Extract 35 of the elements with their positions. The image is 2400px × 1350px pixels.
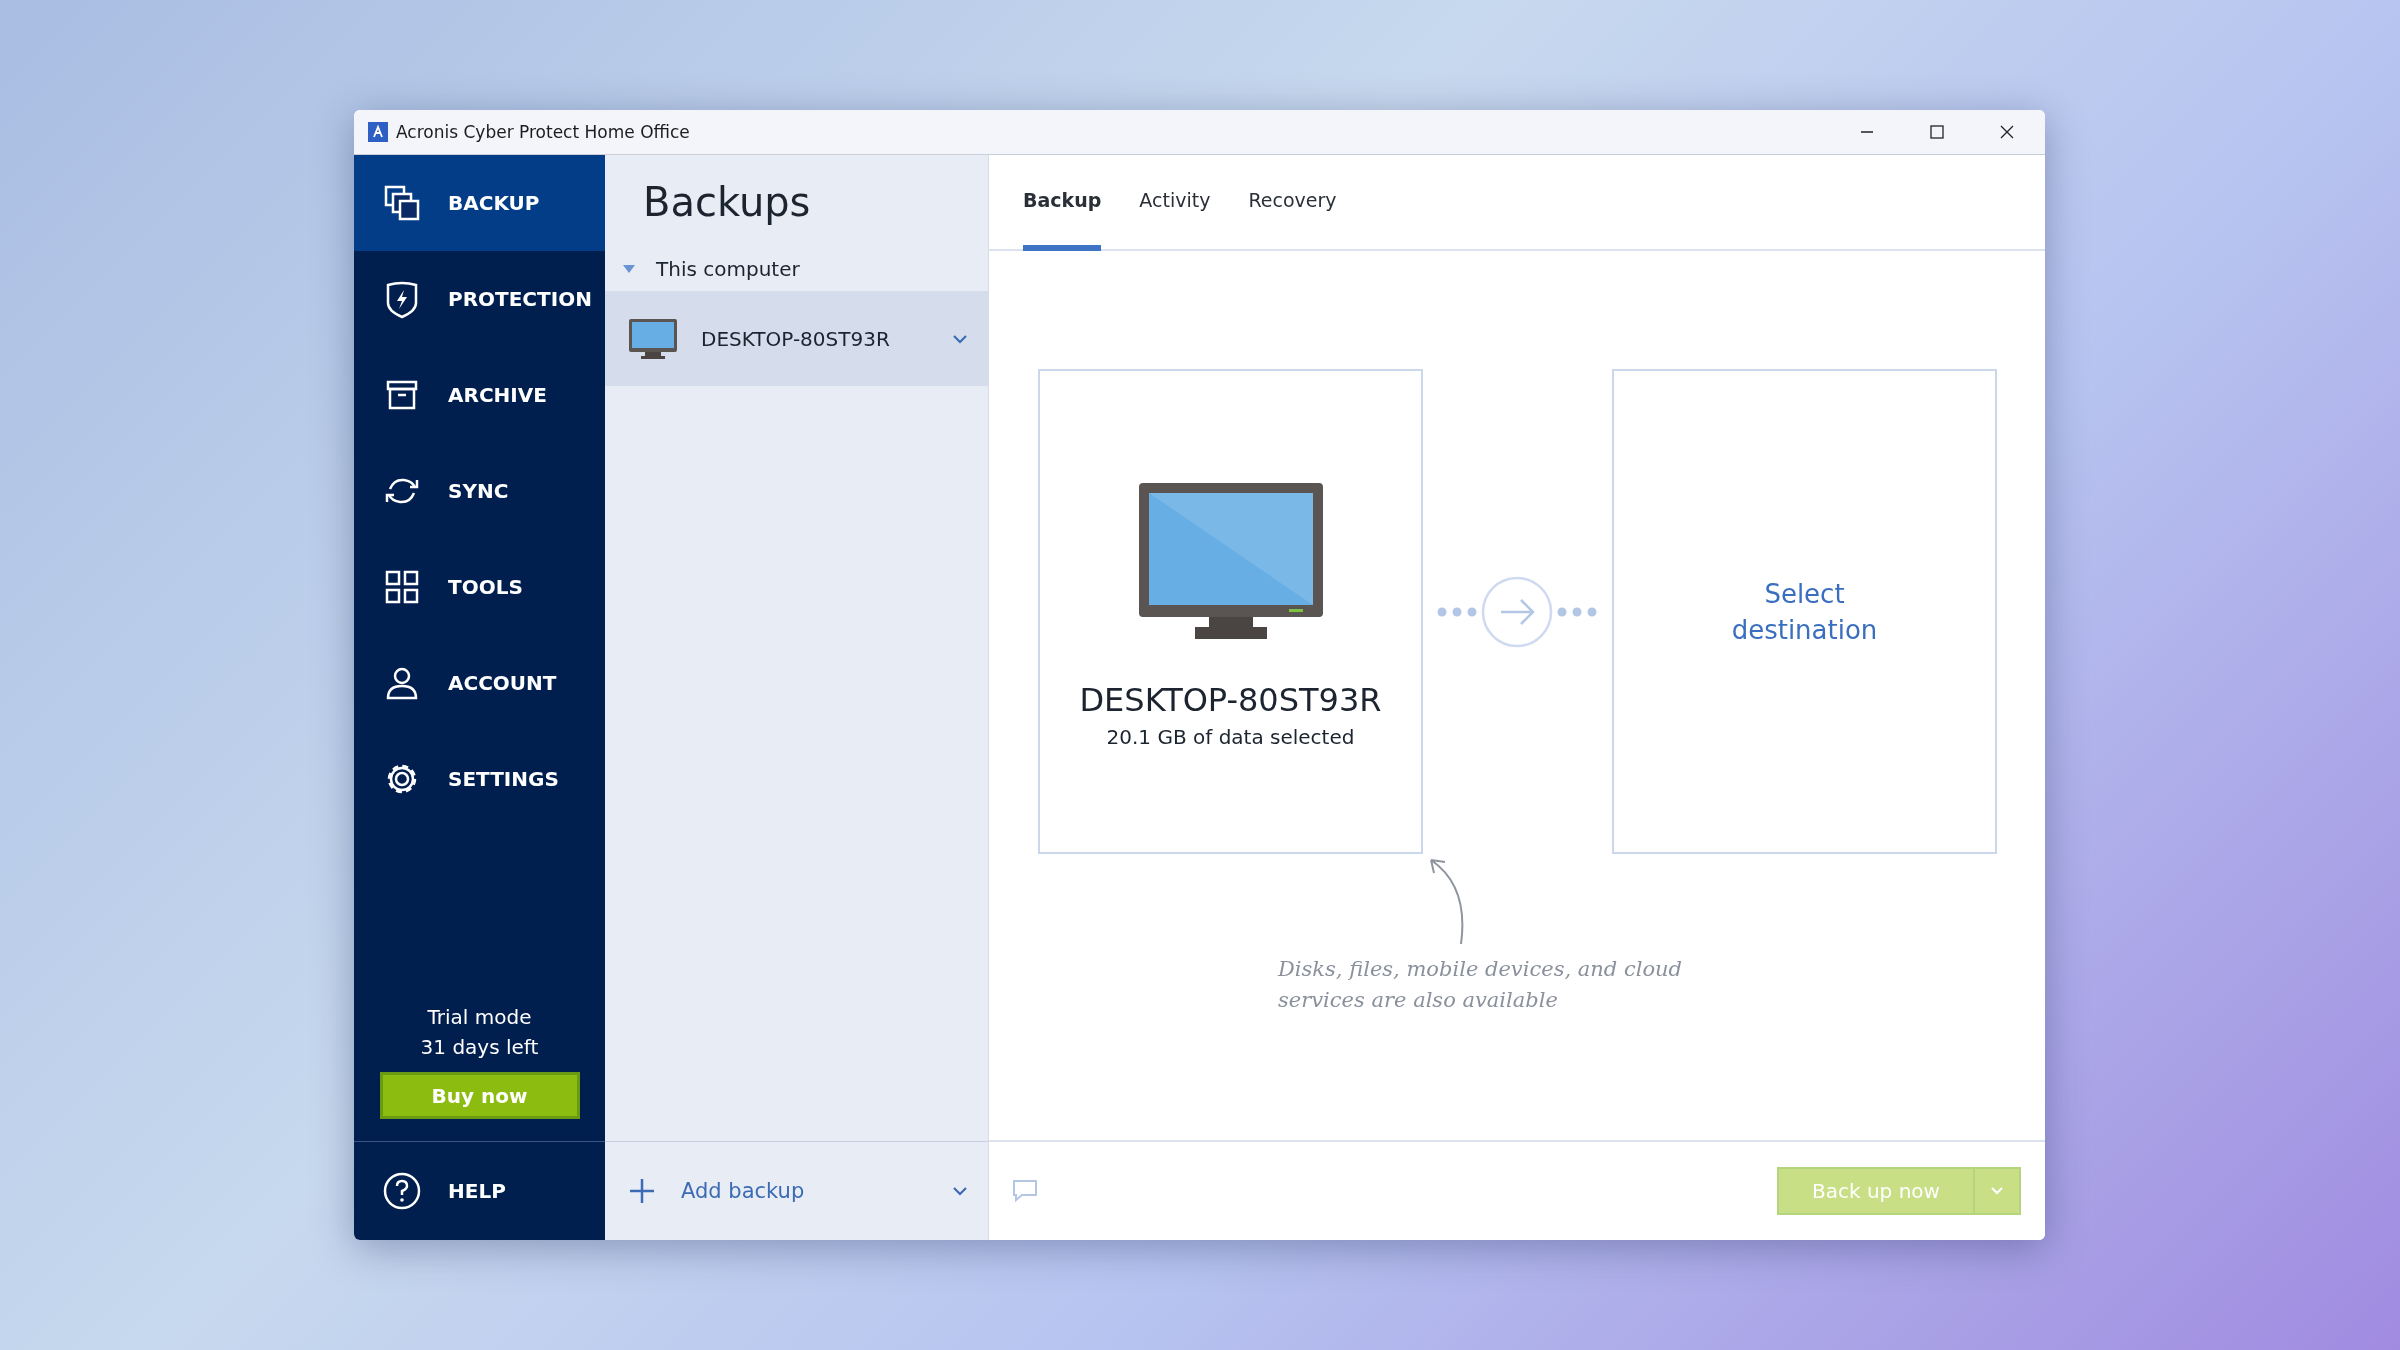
- app-logo-icon: [368, 122, 388, 142]
- trial-status-text: Trial mode 31 days left: [420, 1004, 539, 1061]
- add-backup-button[interactable]: Add backup: [629, 1178, 952, 1204]
- computer-name: DESKTOP-80ST93R: [1079, 681, 1382, 719]
- nav-item[interactable]: ACCOUNT: [354, 635, 605, 731]
- plus-icon: [629, 1178, 655, 1204]
- monitor-icon: [629, 318, 677, 359]
- nav-item[interactable]: TOOLS: [354, 539, 605, 635]
- close-icon[interactable]: [1999, 124, 2015, 140]
- source-card[interactable]: DESKTOP-80ST93R 20.1 GB of data selected: [1038, 369, 1423, 854]
- help-item[interactable]: HELP: [354, 1142, 605, 1240]
- window-title: Acronis Cyber Protect Home Office: [396, 122, 690, 142]
- panel-title: Backups: [642, 178, 812, 227]
- backup-list-item[interactable]: DESKTOP-80ST93R: [605, 291, 988, 386]
- help-icon: [382, 1171, 422, 1211]
- copies-icon: [382, 183, 422, 223]
- nav-item[interactable]: SETTINGS: [354, 731, 605, 827]
- group-header[interactable]: This computer: [605, 239, 988, 291]
- nav-item[interactable]: SYNC: [354, 443, 605, 539]
- tab[interactable]: Recovery: [1248, 189, 1337, 251]
- tab[interactable]: Activity: [1139, 189, 1211, 251]
- hint-text: Disks, files, mobile devices, and cloud services are also available: [1278, 956, 1683, 1014]
- nav-item[interactable]: ARCHIVE: [354, 347, 605, 443]
- chevron-down-icon[interactable]: [952, 1186, 968, 1196]
- destination-card[interactable]: Select destination: [1612, 369, 1997, 854]
- maximize-icon[interactable]: [1929, 124, 1945, 140]
- chevron-down-icon[interactable]: [952, 333, 968, 344]
- nav-item[interactable]: BACKUP: [354, 155, 605, 251]
- nav-item[interactable]: PROTECTION: [354, 251, 605, 347]
- select-destination-link[interactable]: Select destination: [1714, 575, 1895, 648]
- tab[interactable]: Backup: [1023, 189, 1102, 251]
- chevron-down-icon: [1989, 1186, 2005, 1196]
- monitor-icon: [1138, 483, 1323, 639]
- expand-triangle-icon: [622, 264, 636, 274]
- data-size-text: 20.1 GB of data selected: [1106, 725, 1355, 749]
